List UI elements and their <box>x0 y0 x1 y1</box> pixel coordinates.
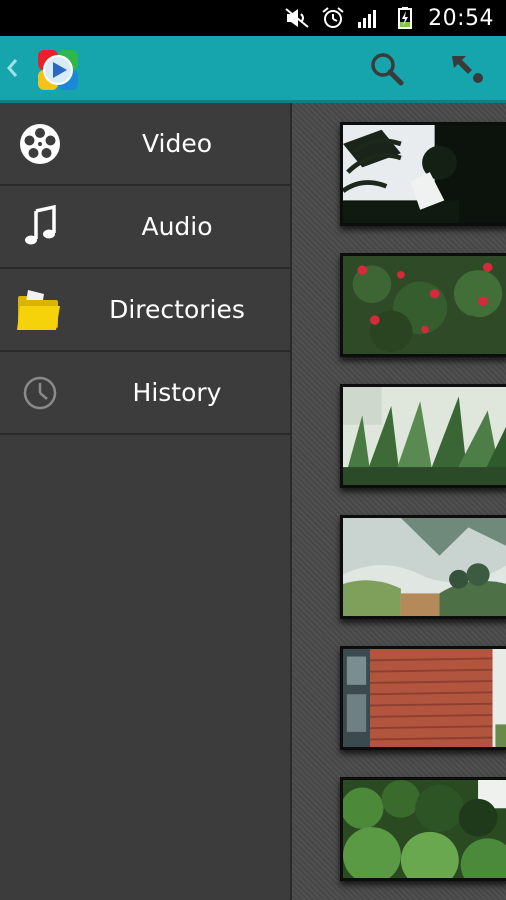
video-thumbnail-shrubs[interactable] <box>340 777 506 881</box>
video-thumbnail-plants[interactable] <box>340 384 506 488</box>
video-thumbnail-red-flowers[interactable] <box>340 253 506 357</box>
chevron-left-icon[interactable] <box>4 54 20 82</box>
drawer-item-history[interactable]: History <box>0 352 290 435</box>
navigation-drawer: Video Audio Directories History <box>0 103 292 900</box>
clock-icon <box>23 376 57 409</box>
app-bar <box>0 36 506 103</box>
drawer-item-directories[interactable]: Directories <box>0 269 290 352</box>
drawer-item-audio[interactable]: Audio <box>0 186 290 269</box>
video-thumbnail-brick-wall[interactable] <box>340 646 506 750</box>
film-reel-icon <box>20 123 60 164</box>
video-thumbnail-list <box>292 103 506 900</box>
drawer-item-label: Audio <box>141 212 213 241</box>
music-note-icon <box>25 204 56 244</box>
drawer-item-label: Directories <box>109 295 245 324</box>
mute-icon <box>285 8 309 28</box>
drawer-item-label: Video <box>141 129 213 158</box>
status-bar: 20:54 <box>0 0 506 36</box>
alarm-icon <box>322 7 344 28</box>
drawer-item-video[interactable]: Video <box>0 103 290 186</box>
folder-icon <box>17 289 60 330</box>
video-thumbnail-palm-trees[interactable] <box>340 122 506 226</box>
search-icon[interactable] <box>368 50 406 88</box>
clock-time: 20:54 <box>428 5 494 31</box>
collapse-arrow-icon[interactable] <box>448 50 486 88</box>
battery-charging-icon <box>398 7 413 29</box>
video-thumbnail-landscape-painting[interactable] <box>340 515 506 619</box>
signal-icon <box>358 10 377 28</box>
drawer-item-label: History <box>132 378 222 407</box>
play-logo-icon[interactable] <box>36 48 80 92</box>
